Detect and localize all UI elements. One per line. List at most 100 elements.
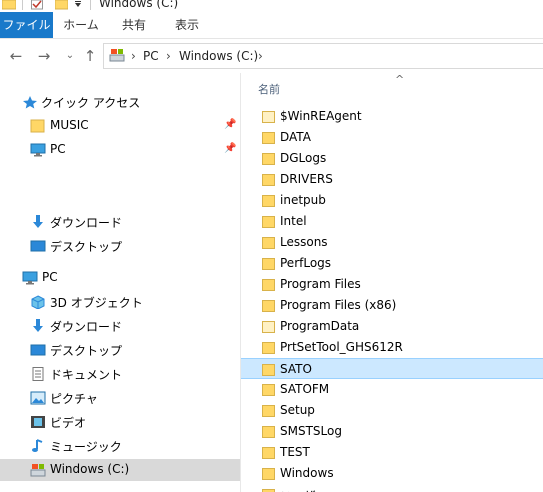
nav-label: ピクチャ [50, 392, 98, 406]
folder-name: Intel [280, 214, 307, 228]
window-title: Windows (C:) [99, 0, 179, 10]
folder-icon [262, 489, 275, 492]
navigation-pane: クイック アクセス MUSIC 📌 PC 📌 ダウンロード デスクトップ PC … [0, 80, 240, 492]
nav-item-desktop-pc[interactable]: デスクトップ [0, 339, 240, 361]
folder-row[interactable]: inetpub [241, 190, 543, 211]
breadcrumb-drive[interactable]: Windows (C:) [179, 44, 258, 68]
folder-name: inetpub [280, 193, 326, 207]
folder-row[interactable]: Program Files (x86) [241, 295, 543, 316]
folder-row[interactable]: Setup [241, 400, 543, 421]
properties-icon[interactable] [31, 0, 43, 10]
nav-label: PC [50, 142, 66, 156]
ribbon-tabs: ファイル ホーム 共有 表示 [0, 12, 543, 39]
nav-label: ダウンロード [50, 216, 123, 230]
folder-icon [262, 447, 275, 459]
folder-name: Program Files (x86) [280, 298, 397, 312]
nav-item-pictures[interactable]: ピクチャ [0, 387, 240, 409]
folder-icon [2, 0, 16, 10]
recent-locations-chevron-icon[interactable]: ⌄ [62, 48, 78, 64]
nav-item-music-pc[interactable]: ミュージック [0, 435, 240, 457]
folder-row[interactable]: ユーザー [241, 484, 543, 492]
chevron-down-icon[interactable] [74, 1, 82, 9]
folder-icon [262, 216, 275, 228]
column-header-name[interactable]: 名前 [258, 81, 280, 97]
nav-label: ダウンロード [50, 320, 123, 334]
nav-this-pc[interactable]: PC [0, 267, 240, 289]
folder-row[interactable]: SATO [241, 358, 543, 379]
back-arrow-icon[interactable]: ← [8, 48, 24, 64]
chevron-right-icon[interactable]: › [131, 44, 136, 68]
tab-share[interactable]: 共有 [112, 12, 156, 38]
desktop-icon [30, 240, 46, 252]
forward-arrow-icon[interactable]: → [36, 48, 52, 64]
nav-item-music[interactable]: MUSIC 📌 [0, 115, 240, 137]
chevron-right-icon[interactable]: › [166, 44, 171, 68]
folder-name: DGLogs [280, 151, 327, 165]
tab-home[interactable]: ホーム [57, 12, 105, 38]
folder-row[interactable]: Intel [241, 211, 543, 232]
folder-icon [262, 364, 275, 376]
folder-row[interactable]: PerfLogs [241, 253, 543, 274]
tab-view[interactable]: 表示 [164, 12, 210, 38]
folder-row[interactable]: Windows [241, 463, 543, 484]
nav-label: デスクトップ [50, 344, 123, 358]
breadcrumb-pc[interactable]: PC [143, 44, 159, 68]
nav-item-downloads-pc[interactable]: ダウンロード [0, 315, 240, 337]
file-list: ^ 名前 $WinREAgent DATA DGLogs DRIVERS inetpub… [241, 73, 543, 492]
folder-row[interactable]: Program Files [241, 274, 543, 295]
nav-item-windows-drive[interactable]: Windows (C:) [0, 459, 240, 481]
folder-row[interactable]: DGLogs [241, 148, 543, 169]
folder-icon [262, 468, 275, 480]
nav-label: ビデオ [50, 416, 87, 430]
tab-file[interactable]: ファイル [0, 12, 53, 38]
new-folder-icon[interactable] [55, 0, 68, 10]
up-arrow-icon[interactable]: ↑ [82, 48, 98, 64]
folder-icon [262, 258, 275, 270]
folder-icon [262, 405, 275, 417]
chevron-right-icon[interactable]: › [258, 44, 263, 68]
folder-row[interactable]: PrtSetTool_GHS612R [241, 337, 543, 358]
nav-item-pc-pinned[interactable]: PC 📌 [0, 139, 240, 161]
folder-name: ユーザー [280, 487, 328, 492]
folder-row[interactable]: DATA [241, 127, 543, 148]
folder-row[interactable]: $WinREAgent [241, 106, 543, 127]
title-bar: Windows (C:) [0, 0, 543, 12]
folder-icon [262, 300, 275, 312]
folder-row[interactable]: ProgramData [241, 316, 543, 337]
nav-item-videos[interactable]: ビデオ [0, 411, 240, 433]
picture-icon [30, 391, 46, 405]
folder-icon [262, 153, 275, 165]
address-bar[interactable]: › PC › Windows (C:) › [103, 43, 543, 69]
folder-name: Lessons [280, 235, 328, 249]
folder-row[interactable]: TEST [241, 442, 543, 463]
nav-item-desktop[interactable]: デスクトップ [0, 235, 240, 257]
divider [22, 0, 23, 10]
folder-name: DATA [280, 130, 311, 144]
folder-name: PrtSetTool_GHS612R [280, 340, 403, 354]
folder-name: SATO [280, 362, 312, 376]
folder-row[interactable]: SATOFM [241, 379, 543, 400]
folder-icon [262, 195, 275, 207]
folder-icon [262, 174, 275, 186]
navigation-bar: ← → ⌄ ↑ › PC › Windows (C:) › [0, 39, 543, 73]
sort-ascending-icon: ^ [395, 73, 405, 86]
pin-icon[interactable]: 📌 [224, 119, 236, 130]
nav-item-documents[interactable]: ドキュメント [0, 363, 240, 385]
folder-row[interactable]: Lessons [241, 232, 543, 253]
folder-name: PerfLogs [280, 256, 332, 270]
folder-name: Windows [280, 466, 334, 480]
nav-quick-access[interactable]: クイック アクセス [0, 91, 240, 113]
folder-icon [262, 342, 275, 354]
nav-item-3d-objects[interactable]: 3D オブジェクト [0, 291, 240, 313]
desktop-icon [30, 344, 46, 356]
folder-name: ProgramData [280, 319, 360, 333]
folder-icon [262, 132, 275, 144]
folder-row[interactable]: SMSTSLog [241, 421, 543, 442]
folder-row[interactable]: DRIVERS [241, 169, 543, 190]
drive-icon [109, 49, 125, 62]
drive-icon [30, 464, 46, 477]
download-arrow-icon [33, 215, 43, 228]
nav-label: 3D オブジェクト [50, 296, 143, 310]
nav-item-downloads[interactable]: ダウンロード [0, 211, 240, 233]
pin-icon[interactable]: 📌 [224, 143, 236, 154]
